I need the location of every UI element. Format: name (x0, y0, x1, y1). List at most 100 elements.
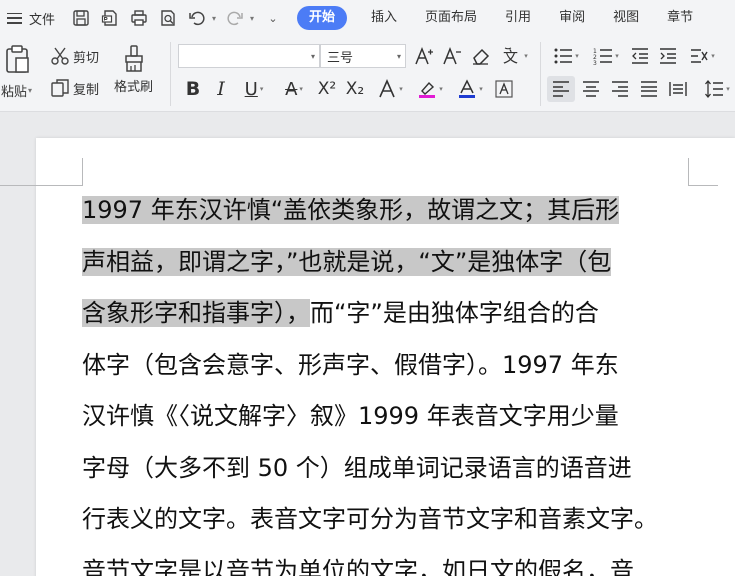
grow-font-button[interactable] (412, 44, 436, 68)
cut-label: 剪切 (73, 50, 100, 66)
phonetic-guide-button[interactable]: 文 ▾ (498, 44, 532, 68)
chinese-layout-icon (691, 49, 708, 63)
text-line: 行表义的文字。表音文字可分为音节文字和音素文字。 (82, 494, 722, 546)
decrease-indent-button[interactable] (628, 44, 652, 68)
paste-menu[interactable]: 粘贴 ▾ (1, 81, 32, 100)
text-effect-icon (379, 79, 395, 98)
shrink-font-icon (443, 46, 461, 65)
chevron-down-icon: ▾ (524, 52, 528, 60)
scissors-icon (51, 47, 69, 65)
font-size-combo[interactable]: 三号 ▾ (320, 44, 406, 68)
font-color-icon (459, 79, 476, 98)
print-preview-icon[interactable] (157, 7, 179, 29)
paste-button[interactable] (4, 44, 30, 74)
paste-label: 粘贴 (1, 85, 28, 100)
subscript-button[interactable]: X₂ (343, 76, 367, 102)
align-right-button[interactable] (607, 76, 633, 102)
wps-writer-window: 文件 ▾ ▾ ⌄ 开始 插入 页面布局 引用 审阅 视图 章节 粘贴 ▾ 剪切 … (0, 0, 735, 576)
ribbon-home: 粘贴 ▾ 剪切 复制 格式刷 ▾ 三号 ▾ 文 ▾ B I U ▾ A ▾ X²… (0, 36, 735, 112)
margin-corner-mark (63, 158, 83, 186)
cut-button[interactable]: 剪切 (50, 46, 99, 66)
increase-indent-button[interactable] (656, 44, 680, 68)
justify-button[interactable] (636, 76, 662, 102)
undo-icon[interactable] (186, 7, 208, 29)
hamburger-icon (7, 12, 22, 24)
tab-references[interactable]: 引用 (491, 6, 545, 30)
document-text[interactable]: 1997 年东汉许慎“盖依类象形，故谓之文；其后形 声相益，即谓之字，”也就是说… (82, 185, 722, 576)
highlight-button[interactable]: ▾ (412, 76, 448, 102)
paste-icon (6, 45, 29, 73)
file-menu-label: 文件 (29, 12, 56, 28)
underline-button[interactable]: U ▾ (236, 76, 272, 102)
line-spacing-button[interactable]: ▾ (700, 76, 734, 102)
bold-button[interactable]: B (182, 76, 204, 102)
tab-sections[interactable]: 章节 (653, 6, 707, 30)
text-line: 汉许慎《〈说文解字〉叙》1999 年表音文字用少量 (82, 391, 722, 443)
font-color-button[interactable]: ▾ (452, 76, 488, 102)
copy-icon (51, 79, 69, 97)
copy-button[interactable]: 复制 (50, 78, 99, 98)
text-line: 声相益，即谓之字，”也就是说，“文”是独体字（包 (82, 237, 722, 289)
highlighter-icon (419, 81, 436, 98)
document-page[interactable]: 1997 年东汉许慎“盖依类象形，故谓之文；其后形 声相益，即谓之字，”也就是说… (0, 138, 735, 576)
tab-home[interactable]: 开始 (297, 6, 348, 30)
customize-toolbar-icon[interactable]: ⌄ (262, 7, 284, 29)
bullet-list-icon (554, 48, 573, 64)
tab-review[interactable]: 审阅 (545, 6, 599, 30)
shrink-font-button[interactable] (440, 44, 464, 68)
decrease-indent-icon (632, 48, 648, 64)
line-text: 音节文字是以音节为单位的文字，如日文的假名，音 (82, 556, 634, 576)
format-painter-icon (124, 45, 143, 72)
tab-insert[interactable]: 插入 (357, 6, 411, 30)
eraser-icon (473, 48, 490, 65)
svg-text:3: 3 (593, 60, 597, 66)
superscript-button[interactable]: X² (315, 76, 339, 102)
margin-guide-line (0, 185, 82, 186)
save-icon[interactable] (70, 7, 92, 29)
text-line: 1997 年东汉许慎“盖依类象形，故谓之文；其后形 (82, 185, 722, 237)
justify-icon (641, 81, 657, 97)
distributed-align-icon (669, 82, 687, 96)
distributed-button[interactable] (665, 76, 691, 102)
bullets-button[interactable]: ▾ (548, 44, 584, 68)
align-left-button[interactable] (547, 76, 575, 102)
line-text: 汉许慎《〈说文解字〉叙》1999 年表音文字用少量 (82, 402, 619, 430)
text-line: 含象形字和指事字），而“字”是由独体字组合的合 (82, 288, 722, 340)
numbering-button[interactable]: 1 2 3 ▾ (588, 44, 624, 68)
line-spacing-icon (705, 79, 724, 99)
selected-text: 1997 年东汉许慎“盖依类象形，故谓之文；其后形 (82, 196, 620, 224)
menu-bar: 文件 ▾ ▾ ⌄ 开始 插入 页面布局 引用 审阅 视图 章节 (0, 0, 735, 36)
ribbon-separator (540, 42, 541, 106)
export-pdf-icon[interactable] (99, 7, 121, 29)
redo-dropdown-icon[interactable]: ▾ (248, 7, 256, 29)
text-line: 字母（大多不到 50 个）组成单词记录语言的语音进 (82, 443, 722, 495)
svg-text:文: 文 (503, 48, 518, 66)
tab-view[interactable]: 视图 (599, 6, 653, 30)
clear-format-button[interactable] (469, 44, 493, 68)
align-center-button[interactable] (578, 76, 604, 102)
tab-page-layout[interactable]: 页面布局 (411, 6, 491, 30)
strikethrough-button[interactable]: A ▾ (276, 76, 312, 102)
chevron-down-icon: ▾ (396, 52, 401, 61)
chinese-layout-button[interactable]: ▾ (684, 44, 720, 68)
text-effect-button[interactable]: ▾ (372, 76, 408, 102)
copy-label: 复制 (73, 82, 100, 98)
line-text: 字母（大多不到 50 个）组成单词记录语言的语音进 (82, 453, 632, 482)
phonetic-guide-icon: 文 (503, 47, 518, 66)
font-name-combo[interactable]: ▾ (178, 44, 320, 68)
align-right-icon (612, 81, 628, 97)
file-menu[interactable]: 文件 (0, 0, 70, 36)
font-size-value: 三号 (327, 50, 354, 66)
character-border-button[interactable] (492, 76, 516, 102)
undo-dropdown-icon[interactable]: ▾ (210, 7, 218, 29)
print-icon[interactable] (128, 7, 150, 29)
italic-button[interactable]: I (210, 76, 232, 102)
selected-text: 声相益，即谓之字，”也就是说，“文”是独体字（包 (82, 247, 612, 276)
ribbon-separator (170, 42, 171, 106)
document-area[interactable]: 1997 年东汉许慎“盖依类象形，故谓之文；其后形 声相益，即谓之字，”也就是说… (0, 113, 735, 576)
redo-icon[interactable] (224, 7, 246, 29)
line-text: 而“字”是由独体字组合的合 (310, 299, 599, 327)
format-painter-button[interactable]: 格式刷 (114, 44, 153, 95)
numbered-list-icon: 123 (593, 48, 613, 66)
underline-icon: U (244, 78, 258, 100)
